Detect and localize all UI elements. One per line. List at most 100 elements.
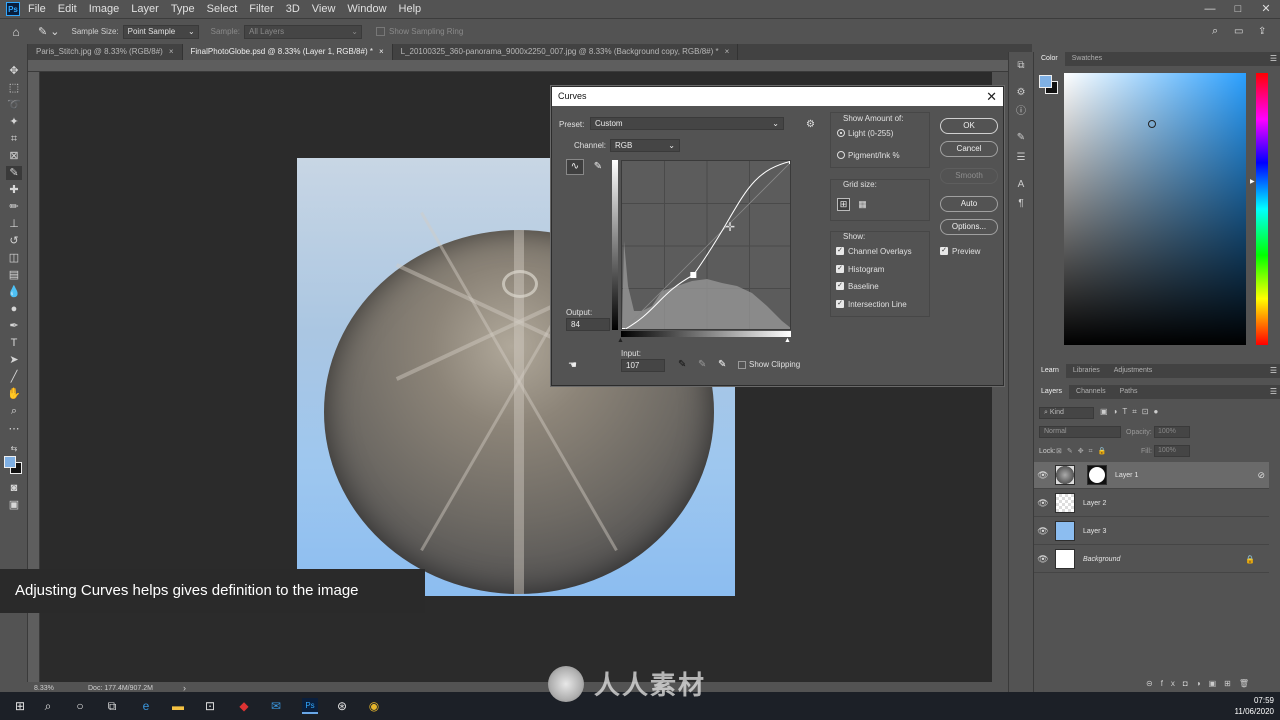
hue-slider-handle-icon[interactable]: ▶: [1250, 178, 1255, 185]
move-tool-icon[interactable]: ✥: [6, 64, 22, 78]
menu-edit[interactable]: Edit: [58, 3, 77, 15]
tab-adjustments[interactable]: Adjustments: [1107, 364, 1160, 378]
tab-paris-stitch[interactable]: Paris_Stitch.jpg @ 8.33% (RGB/8#) ×: [28, 44, 183, 60]
menu-filter[interactable]: Filter: [249, 3, 273, 15]
tab-panorama[interactable]: L_20100325_360-panorama_9000x2250_007.jp…: [392, 44, 739, 60]
pigment-radio[interactable]: [837, 151, 845, 159]
tab-color[interactable]: Color: [1034, 52, 1065, 66]
minimize-button[interactable]: —: [1196, 0, 1224, 18]
character-panel-icon[interactable]: A: [1014, 179, 1028, 191]
tab-libraries[interactable]: Libraries: [1066, 364, 1107, 378]
zoom-tool-icon[interactable]: ⌕: [6, 404, 22, 418]
menu-window[interactable]: Window: [347, 3, 386, 15]
layer-mask-thumbnail[interactable]: [1087, 465, 1107, 485]
clone-stamp-tool-icon[interactable]: ⊥: [6, 217, 22, 231]
opacity-field[interactable]: 100%: [1154, 426, 1190, 438]
curve-point-tool-icon[interactable]: ∿: [566, 159, 584, 175]
lock-icons[interactable]: ⊠✎✥⌗🔒: [1056, 447, 1111, 456]
lasso-tool-icon[interactable]: ➰: [6, 98, 22, 112]
edge-browser-icon[interactable]: e: [138, 698, 154, 714]
menu-help[interactable]: Help: [399, 3, 422, 15]
brush-tool-icon[interactable]: ✏: [6, 200, 22, 214]
baseline-checkbox[interactable]: ✓: [836, 282, 844, 290]
panel-menu-icon[interactable]: ☰: [1270, 364, 1277, 378]
visibility-eye-icon[interactable]: 👁: [1034, 470, 1052, 481]
adjustments-icon[interactable]: ☰: [1014, 152, 1028, 164]
layer-filter-icons[interactable]: ▣◑T⌗⊡●: [1100, 407, 1163, 417]
menu-3d[interactable]: 3D: [286, 3, 300, 15]
visibility-eye-icon[interactable]: 👁: [1034, 498, 1052, 509]
home-icon[interactable]: ⌂: [6, 25, 26, 39]
mail-icon[interactable]: ✉: [268, 698, 284, 714]
intersection-line-checkbox[interactable]: ✓: [836, 300, 844, 308]
menu-layer[interactable]: Layer: [131, 3, 159, 15]
menu-image[interactable]: Image: [89, 3, 120, 15]
history-brush-tool-icon[interactable]: ↺: [6, 234, 22, 248]
app-icon[interactable]: ⊛: [334, 698, 350, 714]
preview-checkbox[interactable]: ✓: [940, 247, 948, 255]
input-field[interactable]: 107: [621, 359, 665, 372]
tab-layers[interactable]: Layers: [1034, 385, 1070, 399]
detailed-grid-icon[interactable]: ▦: [856, 198, 869, 211]
zoom-level[interactable]: 8.33%: [34, 685, 84, 692]
quick-mask-icon[interactable]: ◙: [6, 481, 22, 495]
foreground-color-chip[interactable]: [1039, 75, 1052, 88]
hue-slider[interactable]: [1256, 73, 1268, 345]
visibility-eye-icon[interactable]: 👁: [1034, 554, 1052, 565]
curve-graph[interactable]: ✛: [621, 160, 791, 330]
photoshop-logo-icon[interactable]: Ps: [6, 2, 20, 16]
tab-channels[interactable]: Channels: [1069, 385, 1113, 399]
paragraph-panel-icon[interactable]: ¶: [1014, 198, 1028, 210]
healing-brush-tool-icon[interactable]: ✚: [6, 183, 22, 197]
type-tool-icon[interactable]: T: [6, 336, 22, 350]
sample-select[interactable]: All Layers ⌄: [244, 24, 362, 39]
black-eyedropper-icon[interactable]: ✎: [678, 359, 686, 370]
layer-row-layer-3[interactable]: 👁 Layer 3: [1034, 518, 1269, 545]
foreground-color-swatch[interactable]: [4, 456, 16, 468]
photoshop-taskbar-icon[interactable]: Ps: [302, 698, 318, 714]
color-picker-field[interactable]: [1064, 73, 1246, 345]
chrome-icon[interactable]: ◉: [366, 698, 382, 714]
panel-menu-icon[interactable]: ☰: [1270, 385, 1277, 399]
properties-panel-icon[interactable]: ⚙: [1014, 87, 1028, 99]
target-adjust-tool-icon[interactable]: ☚: [568, 360, 577, 371]
curve-control-point[interactable]: [789, 160, 792, 164]
file-explorer-icon[interactable]: ▬: [170, 698, 186, 714]
channel-overlays-checkbox[interactable]: ✓: [836, 247, 844, 255]
workspace-icon[interactable]: ▭: [1234, 26, 1243, 37]
search-icon[interactable]: ⌕: [40, 698, 56, 714]
layer-footer-icons[interactable]: ⊝fx◘◑▣⊞🗑: [1146, 679, 1257, 688]
gradient-tool-icon[interactable]: ▤: [6, 268, 22, 282]
sampling-ring-checkbox[interactable]: [376, 27, 385, 36]
ok-button[interactable]: OK: [940, 118, 998, 134]
path-selection-tool-icon[interactable]: ➤: [6, 353, 22, 367]
screen-mode-icon[interactable]: ▣: [6, 498, 22, 512]
eraser-tool-icon[interactable]: ◫: [6, 251, 22, 265]
layer-row-background[interactable]: 👁 Background 🔒: [1034, 546, 1269, 573]
layer-row-layer-1[interactable]: 👁 Layer 1 ⊘: [1034, 462, 1269, 489]
crop-tool-icon[interactable]: ⌗: [6, 132, 22, 146]
magic-wand-tool-icon[interactable]: ✦: [6, 115, 22, 129]
cortana-icon[interactable]: ○: [72, 698, 88, 714]
menu-select[interactable]: Select: [207, 3, 238, 15]
visibility-eye-icon[interactable]: 👁: [1034, 526, 1052, 537]
marquee-tool-icon[interactable]: ⬚: [6, 81, 22, 95]
preset-options-gear-icon[interactable]: ⚙: [806, 119, 815, 130]
smooth-button[interactable]: Smooth: [940, 168, 998, 184]
white-point-slider-icon[interactable]: ▲: [784, 337, 791, 344]
output-field[interactable]: 84: [566, 318, 610, 331]
line-tool-icon[interactable]: ╱: [6, 370, 22, 384]
history-panel-icon[interactable]: ⧉: [1014, 60, 1028, 72]
layer-row-layer-2[interactable]: 👁 Layer 2: [1034, 490, 1269, 517]
close-tab-icon[interactable]: ×: [169, 47, 174, 56]
close-tab-icon[interactable]: ×: [379, 47, 384, 56]
menu-type[interactable]: Type: [171, 3, 195, 15]
pencil-draw-tool-icon[interactable]: ✎: [589, 159, 607, 175]
tab-paths[interactable]: Paths: [1113, 385, 1145, 399]
share-icon[interactable]: ⇪: [1258, 26, 1266, 37]
info-panel-icon[interactable]: ⓘ: [1014, 106, 1028, 118]
preset-select[interactable]: Custom ⌄: [590, 117, 784, 130]
start-button-icon[interactable]: ⊞: [12, 698, 28, 714]
maximize-button[interactable]: □: [1224, 0, 1252, 18]
eyedropper-tool-icon[interactable]: ✎: [6, 166, 22, 180]
